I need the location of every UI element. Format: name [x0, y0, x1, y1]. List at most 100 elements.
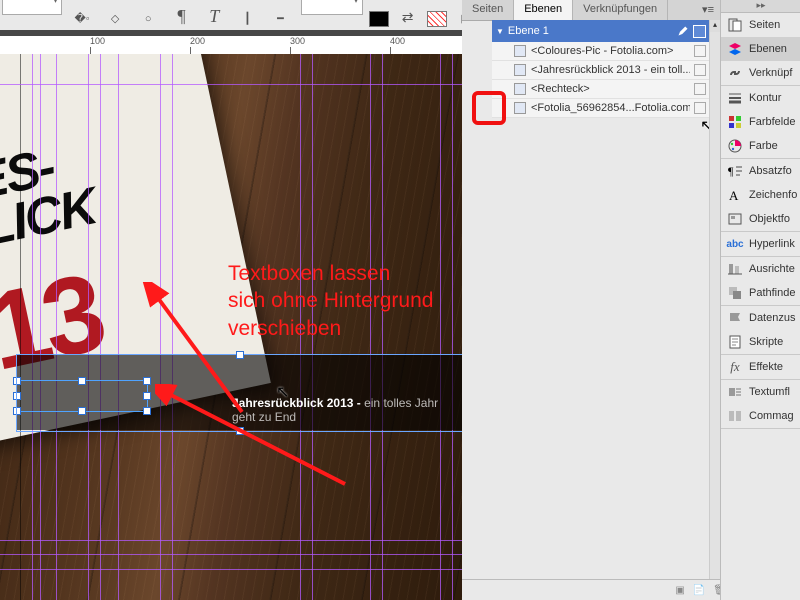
hline-icon[interactable]: ━ — [267, 6, 293, 32]
vline-icon[interactable]: ┃ — [234, 6, 260, 32]
layer-select-box[interactable] — [694, 102, 706, 114]
column-guide[interactable] — [172, 54, 173, 600]
fill-swatch[interactable] — [369, 11, 389, 27]
panel-scrollbar[interactable]: ▴ — [709, 20, 720, 580]
selected-group[interactable] — [16, 354, 462, 432]
annotation-highlight-box — [472, 91, 506, 125]
layer-select-box[interactable] — [694, 64, 706, 76]
dock-item-label: Textumfl — [749, 386, 790, 398]
heading-text: HRES- KBLICK — [0, 137, 100, 267]
page-edge — [20, 54, 21, 600]
row-guide[interactable] — [0, 554, 462, 555]
zeichenfo-icon: A — [727, 187, 743, 203]
swap-fill-stroke-icon[interactable]: ⇄ — [395, 4, 421, 30]
column-guide[interactable] — [32, 54, 33, 600]
column-guide[interactable] — [56, 54, 57, 600]
new-sublayer-icon[interactable]: ▣ — [675, 585, 684, 596]
layer-select-box[interactable] — [694, 83, 706, 95]
dock-item-label: Pathfinde — [749, 287, 795, 299]
dock-item-label: Skripte — [749, 336, 783, 348]
dock-item-objektfo[interactable]: Objektfo — [721, 207, 800, 231]
tab-verknuepfungen[interactable]: Verknüpfungen — [573, 0, 668, 20]
dock-item-pathfinde[interactable]: Pathfinde — [721, 281, 800, 305]
document-canvas[interactable]: HRES- KBLICK 013 Jahresrückblick 2013 - … — [0, 54, 462, 600]
column-guide[interactable] — [118, 54, 119, 600]
layer-root[interactable]: ▼ Ebene 1 — [492, 20, 710, 42]
panel-footer: ▣ 📄 🗑 — [462, 579, 732, 600]
column-guide[interactable] — [160, 54, 161, 600]
ruler-tick: 300 — [290, 36, 305, 46]
disclosure-triangle-icon[interactable]: ▼ — [496, 27, 504, 36]
farbe-icon — [727, 138, 743, 154]
dock-item-textumfl[interactable]: Textumfl — [721, 380, 800, 404]
farbfelde-icon — [727, 114, 743, 130]
dock-item-ausrichte[interactable]: Ausrichte — [721, 257, 800, 281]
tool-icon[interactable]: ◇ — [102, 6, 128, 32]
ruler-tick: 200 — [190, 36, 205, 46]
dock-item-label: Objektfo — [749, 213, 790, 225]
dock-item-commag[interactable]: Commag — [721, 404, 800, 428]
tool-icon[interactable]: ○ — [135, 6, 161, 32]
column-guide[interactable] — [440, 54, 441, 600]
verknüpf-icon — [727, 65, 743, 81]
skripte-icon — [727, 334, 743, 350]
layer-name: <Fotolia_56962854...Fotolia.com.jpg> — [531, 102, 690, 114]
stroke-combo[interactable] — [301, 0, 363, 15]
layer-row[interactable]: <Coloures-Pic - Fotolia.com> — [492, 42, 710, 61]
ruler-tick: 100 — [90, 36, 105, 46]
dock-item-label: Verknüpf — [749, 67, 792, 79]
hyperlink-icon: abc — [727, 236, 743, 252]
svg-text:A: A — [729, 188, 739, 203]
dock-item-label: Farbfelde — [749, 116, 795, 128]
dock-item-datenzus[interactable]: Datenzus — [721, 306, 800, 330]
layer-color-swatch[interactable] — [693, 25, 706, 38]
type-tool-icon[interactable]: T — [201, 3, 227, 29]
svg-text:¶: ¶ — [728, 164, 734, 178]
dock-item-seiten[interactable]: Seiten — [721, 13, 800, 37]
dock-item-hyperlink[interactable]: abc Hyperlink — [721, 232, 800, 256]
dock-item-label: Hyperlink — [749, 238, 795, 250]
dock-item-zeichenfo[interactable]: AZeichenfo — [721, 183, 800, 207]
tab-seiten[interactable]: Seiten — [462, 0, 514, 20]
paragraph-tool-icon[interactable]: ¶ — [168, 3, 194, 29]
tool-icon[interactable]: �◦ — [69, 6, 95, 32]
layer-row[interactable]: <Fotolia_56962854...Fotolia.com.jpg> — [492, 99, 710, 118]
annotation-text: Textboxen lassen sich ohne Hintergrund v… — [228, 260, 433, 342]
dock-item-farbe[interactable]: Farbe — [721, 134, 800, 158]
pathfinde-icon — [727, 285, 743, 301]
dock-item-absatzfo[interactable]: ¶Absatzfo — [721, 159, 800, 183]
panel-menu-icon[interactable]: ▾≡ — [696, 0, 720, 20]
row-guide[interactable] — [0, 84, 462, 85]
column-guide[interactable] — [100, 54, 101, 600]
column-guide[interactable] — [40, 54, 41, 600]
commag-icon — [727, 408, 743, 424]
layer-select-box[interactable] — [694, 45, 706, 57]
tab-ebenen[interactable]: Ebenen — [514, 0, 573, 20]
column-guide[interactable] — [88, 54, 89, 600]
row-guide[interactable] — [0, 569, 462, 570]
cursor-icon: ↖ — [276, 382, 289, 402]
dock-item-farbfelde[interactable]: Farbfelde — [721, 110, 800, 134]
dock-item-skripte[interactable]: Skripte — [721, 330, 800, 354]
column-guide[interactable] — [452, 54, 453, 600]
font-size-combo[interactable] — [2, 0, 62, 15]
resize-handle[interactable] — [236, 427, 244, 435]
layer-row[interactable]: <Rechteck> — [492, 80, 710, 99]
collapse-dock-icon[interactable]: ▸▸ — [721, 0, 800, 13]
layers-panel: Seiten Ebenen Verknüpfungen ▾≡ 👁 👁 👁 👁 👁… — [462, 0, 720, 600]
layer-row[interactable]: <Jahresrückblick 2013 - ein toll...> — [492, 61, 710, 80]
dock-item-label: Effekte — [749, 361, 783, 373]
ruler-horizontal[interactable]: 100 200 300 400 — [0, 36, 462, 55]
dock-item-effekte[interactable]: fxEffekte — [721, 355, 800, 379]
row-guide[interactable] — [0, 540, 462, 541]
dock-item-ebenen[interactable]: Ebenen — [721, 37, 800, 61]
layer-name: <Coloures-Pic - Fotolia.com> — [531, 45, 690, 57]
new-layer-icon[interactable]: 📄 — [693, 585, 705, 596]
dock-item-verknüpf[interactable]: Verknüpf — [721, 61, 800, 85]
dock-item-label: Datenzus — [749, 312, 795, 324]
dock-item-kontur[interactable]: Kontur — [721, 86, 800, 110]
dock-item-label: Farbe — [749, 140, 778, 152]
stroke-swatch[interactable] — [427, 11, 447, 27]
resize-handle[interactable] — [236, 351, 244, 359]
textumfl-icon — [727, 384, 743, 400]
